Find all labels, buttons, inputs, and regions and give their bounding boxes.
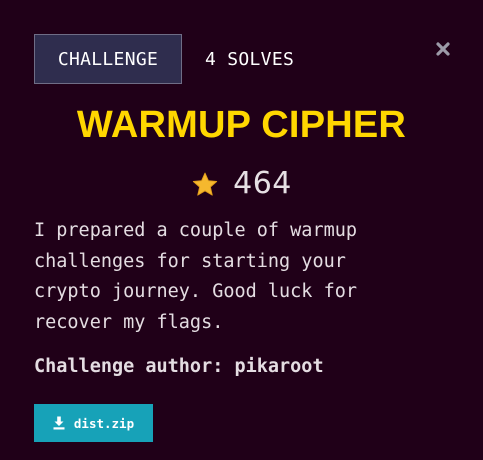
tab-challenge[interactable]: CHALLENGE — [34, 34, 182, 84]
challenge-points: 464 — [233, 165, 292, 201]
challenge-description: I prepared a couple of warmup challenges… — [34, 220, 358, 333]
download-file-button[interactable]: dist.zip — [34, 404, 153, 442]
tab-solves[interactable]: 4 SOLVES — [205, 34, 294, 84]
close-button[interactable] — [432, 38, 454, 60]
star-icon — [192, 172, 218, 196]
download-icon — [53, 416, 65, 430]
tab-challenge-label: CHALLENGE — [57, 48, 159, 70]
close-icon — [436, 42, 450, 56]
challenge-author: Challenge author: pikaroot — [34, 356, 324, 377]
tab-solves-label: 4 SOLVES — [205, 48, 295, 70]
challenge-title: WARMUP CIPHER — [76, 104, 407, 146]
points-row: 464 — [0, 163, 483, 203]
download-file-label: dist.zip — [73, 415, 135, 431]
